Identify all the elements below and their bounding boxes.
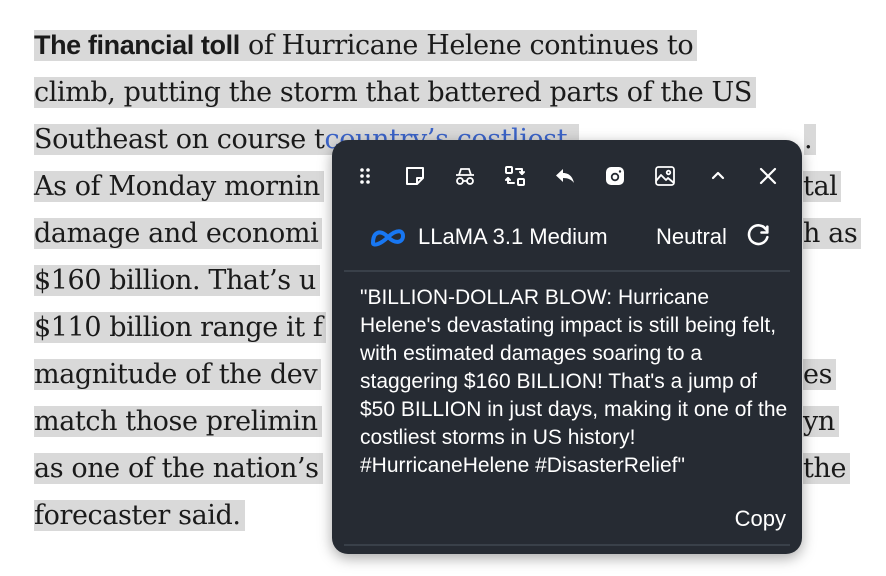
drag-handle-icon[interactable] [349,160,381,192]
instagram-icon[interactable] [599,160,631,192]
article-line-10-end: the [803,445,851,492]
article-line-2: climb, putting the storm that battered p… [34,69,756,116]
model-name[interactable]: LLaMA 3.1 Medium [418,224,608,250]
generated-text: "BILLION-DOLLAR BLOW: Hurricane Helene's… [360,286,788,477]
model-row: LLaMA 3.1 Medium Neutral [332,222,802,254]
article-line-9: match those prelimin [34,398,322,445]
swap-icon[interactable] [499,160,531,192]
article-line-4-end: tal [803,163,842,210]
article-line-4: As of Monday mornin [34,163,324,210]
tone-selector[interactable]: Neutral [656,224,727,250]
copy-button[interactable]: Copy [735,506,786,532]
refresh-icon[interactable] [744,222,772,250]
article-line-6: $160 billion. That’s u [34,257,320,304]
image-icon[interactable] [649,160,681,192]
bottom-divider [344,544,790,546]
ai-rewrite-popup: LLaMA 3.1 Medium Neutral "BILLION-DOLLAR… [332,140,802,554]
chevron-up-icon[interactable] [702,160,734,192]
reply-icon[interactable] [549,160,581,192]
article-line-9-end: yn [803,398,839,445]
article-line-8-end: es [803,351,837,398]
article-line-1: The financial toll of Hurricane Helene c… [34,22,698,69]
close-icon[interactable] [752,160,784,192]
article-line-8: magnitude of the dev [34,351,322,398]
article-line-3-end: . [804,116,817,163]
article-line-10: as one of the nation’s [34,445,323,492]
incognito-icon[interactable] [449,160,481,192]
popup-toolbar [332,156,802,196]
article-line-7: $110 billion range it f [34,304,327,351]
sticky-note-icon[interactable] [399,160,431,192]
article-lead: The financial toll [34,30,240,60]
meta-logo-icon [371,229,405,247]
article-line-11: forecaster said. [34,492,245,539]
divider [344,270,790,272]
article-line-5: damage and economi [34,210,323,257]
article-line-5-end: h as [803,210,862,257]
